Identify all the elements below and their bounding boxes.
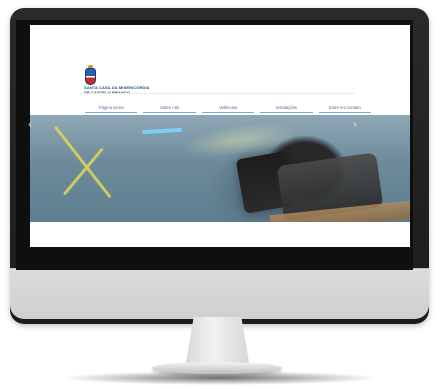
- nav-item-facilities[interactable]: Instalações: [260, 105, 313, 113]
- slider-next-arrow-icon[interactable]: ›: [353, 118, 357, 130]
- header-divider: [80, 93, 355, 94]
- monitor-chin: [10, 268, 429, 319]
- monitor-screen: SANTA CASA DA MISERICÓRDIA DE CASTELO BR…: [30, 25, 410, 247]
- site-brand[interactable]: SANTA CASA DA MISERICÓRDIA DE CASTELO BR…: [84, 85, 150, 96]
- chalk-stroke: [53, 125, 112, 199]
- main-navigation: Página inicial Sobre nós Valências Insta…: [82, 105, 374, 113]
- nav-item-contact[interactable]: Entre em contato: [318, 105, 372, 113]
- chalk-stroke: [62, 147, 104, 196]
- monitor-stand-neck: [185, 317, 250, 367]
- website-header: SANTA CASA DA MISERICÓRDIA DE CASTELO BR…: [30, 25, 410, 115]
- slider-prev-arrow-icon[interactable]: ‹: [28, 118, 32, 130]
- nav-item-home[interactable]: Página inicial: [85, 105, 138, 113]
- coat-of-arms-logo-icon[interactable]: [85, 65, 96, 85]
- hero-slider: [30, 115, 410, 222]
- chalk-stroke: [141, 127, 183, 135]
- nav-item-services[interactable]: Valências: [201, 105, 255, 113]
- monitor-stand-base: [152, 362, 282, 374]
- nav-item-about[interactable]: Sobre nós: [143, 105, 196, 113]
